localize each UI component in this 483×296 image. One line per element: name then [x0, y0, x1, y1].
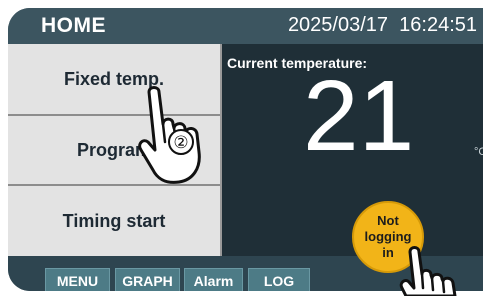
device-frame: HOME 2025/03/17 16:24:51 Fixed temp. Pro…	[0, 0, 483, 296]
mode-menu: Fixed temp. Program Timing start	[8, 44, 222, 256]
program-label: Program	[76, 139, 152, 160]
logging-status-line2: logging	[364, 229, 412, 244]
datetime-display: 2025/03/17 16:24:51	[287, 14, 477, 36]
timing-start-label: Timing start	[62, 210, 166, 231]
graph-button[interactable]: GRAPH	[115, 268, 180, 291]
page-title: HOME	[41, 14, 106, 37]
current-temperature-value: 21	[303, 60, 415, 172]
menu-button[interactable]: MENU	[45, 268, 110, 291]
log-button[interactable]: LOG	[248, 268, 310, 291]
program-button[interactable]: Program	[8, 116, 220, 186]
logging-status-button[interactable]: Not logging in	[352, 201, 424, 273]
logging-status-line1: Not	[377, 213, 399, 228]
timing-start-button[interactable]: Timing start	[8, 186, 220, 256]
logging-status-line3: in	[382, 245, 394, 260]
temperature-unit: °C	[474, 146, 483, 158]
alarm-button[interactable]: Alarm	[184, 268, 243, 291]
fixed-temp-label: Fixed temp.	[63, 68, 165, 89]
top-bar: HOME 2025/03/17 16:24:51	[8, 8, 483, 44]
fixed-temp-button[interactable]: Fixed temp.	[8, 44, 220, 116]
